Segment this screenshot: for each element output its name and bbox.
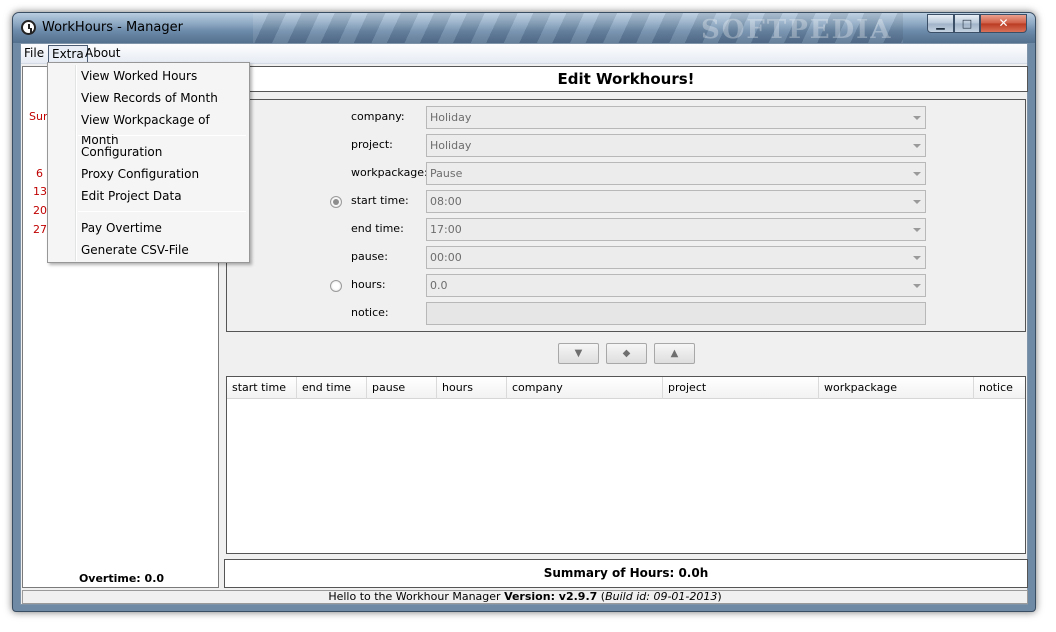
status-version: Version: v2.9.7 (504, 590, 598, 603)
move-down-button[interactable]: ▼ (558, 343, 599, 364)
records-table: start time end time pause hours company … (226, 376, 1026, 554)
title-bar[interactable]: WorkHours - Manager SOFTPEDIA ▁ □ ✕ (13, 13, 1035, 45)
status-bar: Hello to the Workhour Manager Version: v… (22, 590, 1028, 604)
summary-panel: Summary of Hours: 0.0h (224, 559, 1028, 588)
move-up-button[interactable]: ▲ (654, 343, 695, 364)
company-select[interactable]: Holiday (426, 106, 926, 129)
menu-bar: File Extra About (21, 44, 1027, 64)
start-time-select[interactable]: 08:00 (426, 190, 926, 213)
app-clock-icon[interactable] (21, 20, 36, 35)
column-end-time[interactable]: end time (297, 377, 367, 399)
pause-select[interactable]: 00:00 (426, 246, 926, 269)
chevron-down-icon (913, 200, 921, 204)
status-greeting: Hello to the Workhour Manager (328, 590, 505, 603)
menu-item-view-worked-hours[interactable]: View Worked Hours (81, 66, 197, 86)
calendar-date[interactable]: 6 (36, 167, 43, 180)
menu-item-pay-overtime[interactable]: Pay Overtime (81, 218, 162, 238)
notice-label: notice: (351, 306, 389, 319)
chevron-down-icon (913, 284, 921, 288)
workpackage-value: Pause (430, 167, 463, 180)
calendar-date[interactable]: 20 (33, 204, 47, 217)
company-label: company: (351, 110, 405, 123)
hours-select[interactable]: 0.0 (426, 274, 926, 297)
close-button[interactable]: ✕ (980, 14, 1027, 33)
edit-form: company: Holiday project: Holiday workpa… (226, 99, 1026, 332)
table-header: start time end time pause hours company … (227, 377, 1025, 399)
calendar-date[interactable]: 13 (33, 185, 47, 198)
column-hours[interactable]: hours (437, 377, 507, 399)
start-time-radio[interactable] (330, 196, 342, 208)
pause-value: 00:00 (430, 251, 462, 264)
end-time-label: end time: (351, 222, 404, 235)
chevron-down-icon (913, 172, 921, 176)
status-build-open: ( (597, 590, 606, 603)
notice-input[interactable] (426, 302, 926, 325)
menu-about[interactable]: About (82, 45, 123, 63)
project-label: project: (351, 138, 393, 151)
chevron-down-icon (913, 256, 921, 260)
workpackage-label: workpackage: (351, 166, 428, 179)
hours-radio[interactable] (330, 280, 342, 292)
column-start-time[interactable]: start time (227, 377, 297, 399)
menu-item-generate-csv-file[interactable]: Generate CSV-File (81, 240, 189, 260)
start-time-value: 08:00 (430, 195, 462, 208)
menu-item-proxy-configuration[interactable]: Proxy Configuration (81, 164, 199, 184)
hours-value: 0.0 (430, 279, 448, 292)
status-build: Build id: 09-01-2013 (605, 590, 718, 603)
column-company[interactable]: company (507, 377, 663, 399)
edit-header: Edit Workhours! (224, 66, 1028, 92)
status-build-close: ) (717, 590, 722, 603)
extra-menu-dropdown: View Worked Hours View Records of Month … (47, 62, 250, 263)
maximize-button[interactable]: □ (954, 14, 980, 33)
calendar-date[interactable]: 27 (33, 223, 47, 236)
reset-button[interactable]: ◆ (606, 343, 647, 364)
menu-gutter (75, 65, 76, 261)
workpackage-select[interactable]: Pause (426, 162, 926, 185)
end-time-value: 17:00 (430, 223, 462, 236)
menu-separator (78, 211, 246, 212)
column-notice[interactable]: notice (974, 377, 1025, 399)
project-select[interactable]: Holiday (426, 134, 926, 157)
overtime-label: Overtime: 0.0 (78, 572, 165, 585)
menu-item-edit-project-data[interactable]: Edit Project Data (81, 186, 182, 206)
menu-item-configuration[interactable]: Configuration (81, 142, 162, 162)
chevron-down-icon (913, 144, 921, 148)
project-value: Holiday (430, 139, 472, 152)
chevron-down-icon (913, 116, 921, 120)
menu-item-view-workpackage-of-month[interactable]: View Workpackage of Month (81, 110, 249, 147)
page-title: Edit Workhours! (557, 70, 695, 88)
chevron-down-icon (913, 228, 921, 232)
hours-label: hours: (351, 278, 386, 291)
menu-separator (78, 135, 246, 136)
menu-file[interactable]: File (21, 45, 47, 63)
menu-item-view-records-of-month[interactable]: View Records of Month (81, 88, 218, 108)
column-project[interactable]: project (663, 377, 819, 399)
summary-hours: Summary of Hours: 0.0h (543, 566, 709, 580)
softpedia-watermark: SOFTPEDIA (701, 15, 893, 45)
company-value: Holiday (430, 111, 472, 124)
end-time-select[interactable]: 17:00 (426, 218, 926, 241)
window-title: WorkHours - Manager (42, 20, 183, 35)
start-time-label: start time: (351, 194, 409, 207)
minimize-button[interactable]: ▁ (927, 14, 954, 33)
column-pause[interactable]: pause (367, 377, 437, 399)
column-workpackage[interactable]: workpackage (819, 377, 974, 399)
pause-label: pause: (351, 250, 388, 263)
